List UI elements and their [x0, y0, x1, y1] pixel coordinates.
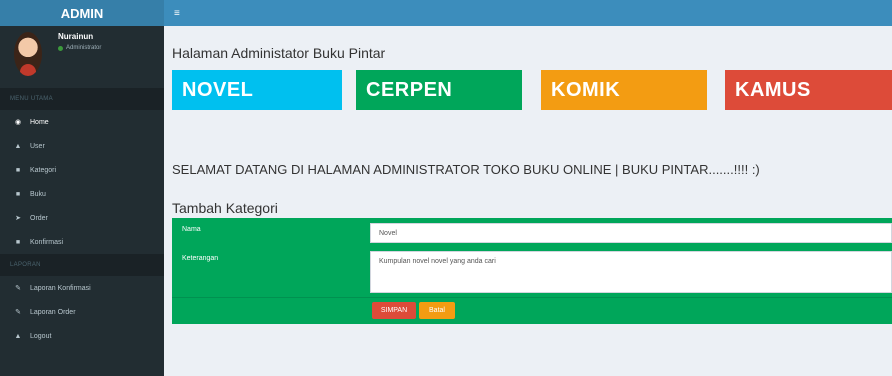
sidebar-item-buku[interactable]: ■ Buku	[0, 182, 164, 206]
folder-icon: ■	[15, 166, 21, 174]
tile-cerpen[interactable]: CERPEN	[356, 70, 522, 110]
sidebar: ADMIN Nurainun Administrator MENU UTAMA …	[0, 0, 164, 376]
sidebar-item-label: Kategori	[30, 166, 57, 174]
add-category-form: Nama Novel Keterangan Kumpulan novel nov…	[172, 218, 892, 324]
edit-icon: ✎	[15, 285, 21, 292]
user-icon: ▲	[14, 332, 22, 340]
page-title: Halaman Administator Buku Pintar	[172, 45, 386, 61]
sidebar-item-label: User	[30, 142, 45, 150]
sidebar-item-label: Laporan Konfirmasi	[30, 284, 91, 292]
sidebar-item-laporan-konfirmasi[interactable]: ✎ Laporan Konfirmasi	[0, 276, 164, 300]
logo[interactable]: ADMIN	[0, 0, 164, 26]
avatar	[14, 32, 42, 76]
hamburger-icon[interactable]: ≡	[174, 8, 180, 19]
user-status: Administrator	[58, 45, 101, 51]
keterangan-field[interactable]: Kumpulan novel novel yang anda cari	[370, 251, 892, 293]
tile-novel[interactable]: NOVEL	[172, 70, 342, 110]
sidebar-item-label: Order	[30, 214, 48, 222]
send-icon: ➤	[15, 215, 21, 222]
folder-icon: ■	[15, 238, 21, 246]
sidebar-item-order[interactable]: ➤ Order	[0, 206, 164, 230]
form-title: Tambah Kategori	[172, 200, 278, 216]
sidebar-item-label: Buku	[30, 190, 46, 198]
dashboard-icon: ◉	[14, 119, 22, 126]
sidebar-item-label: Konfirmasi	[30, 238, 64, 246]
sidebar-item-label: Logout	[30, 332, 52, 340]
sidebar-item-user[interactable]: ▲ User	[0, 134, 164, 158]
tile-kamus[interactable]: KAMUS	[725, 70, 892, 110]
menu-header-main: MENU UTAMA	[0, 88, 164, 110]
menu-header-report: LAPORAN	[0, 254, 164, 276]
sidebar-item-laporan-order[interactable]: ✎ Laporan Order	[0, 300, 164, 324]
sidebar-item-konfirmasi[interactable]: ■ Konfirmasi	[0, 230, 164, 254]
user-icon: ▲	[14, 142, 22, 150]
save-button[interactable]: SIMPAN	[372, 302, 416, 319]
main-content: Halaman Administator Buku Pintar NOVEL C…	[164, 26, 892, 376]
user-role: Administrator	[66, 45, 102, 51]
edit-icon: ✎	[15, 309, 21, 316]
folder-icon: ■	[15, 190, 21, 198]
keterangan-label: Keterangan	[182, 255, 219, 262]
user-panel: Nurainun Administrator	[0, 26, 164, 88]
nama-label: Nama	[182, 226, 201, 233]
form-divider	[172, 297, 892, 298]
welcome-message: SELAMAT DATANG DI HALAMAN ADMINISTRATOR …	[172, 162, 760, 177]
user-info: Nurainun Administrator	[58, 32, 101, 51]
sidebar-item-kategori[interactable]: ■ Kategori	[0, 158, 164, 182]
sidebar-item-label: Home	[30, 118, 49, 126]
cancel-button[interactable]: Batal	[419, 302, 455, 319]
user-name: Nurainun	[58, 32, 94, 41]
sidebar-item-home[interactable]: ◉ Home	[0, 110, 164, 134]
tile-komik[interactable]: KOMIK	[541, 70, 707, 110]
online-status-icon	[58, 45, 63, 51]
topbar: ≡	[164, 0, 892, 26]
sidebar-item-logout[interactable]: ▲ Logout	[0, 324, 164, 348]
sidebar-item-label: Laporan Order	[30, 308, 76, 316]
nama-field[interactable]: Novel	[370, 223, 892, 243]
